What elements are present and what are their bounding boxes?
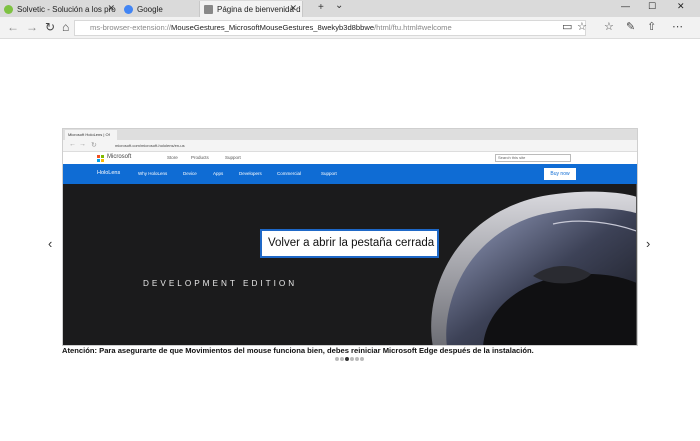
inner-address-bar: ← → ↻ microsoft.com/microsoft-hololens/e… (63, 140, 637, 152)
carousel-dot[interactable] (335, 357, 339, 361)
refresh-button[interactable]: ↻ (45, 21, 55, 33)
hl-nav-apps: Apps (213, 171, 224, 176)
new-tab-button[interactable]: + (318, 2, 324, 13)
hero-banner: DEVELOPMENT EDITION (63, 184, 637, 345)
ms-search-box: Search this site (495, 154, 571, 162)
tab-close-icon[interactable]: ✕ (107, 3, 115, 14)
tab-label: Google (137, 4, 163, 14)
ms-brand: Microsoft (107, 154, 132, 160)
inner-refresh-icon: ↻ (91, 142, 97, 149)
hololens-nav-bar: HoloLens Why HoloLens Device Apps Develo… (63, 164, 637, 184)
forward-button[interactable]: → (26, 21, 38, 33)
hl-nav-device: Device (183, 171, 197, 176)
carousel-dot[interactable] (355, 357, 359, 361)
hl-nav-why: Why HoloLens (138, 171, 168, 176)
ms-nav-store: Store (167, 155, 178, 160)
restart-notice: Atención: Para asegurarte de que Movimie… (62, 346, 534, 355)
tab-close-icon[interactable]: ✕ (289, 3, 297, 14)
notes-icon[interactable]: ✎ (626, 21, 635, 33)
reading-view-icon[interactable]: ▭ (562, 21, 572, 33)
google-favicon-icon (124, 4, 133, 14)
close-window-button[interactable]: ✕ (677, 1, 685, 12)
carousel-dot[interactable] (360, 357, 364, 361)
tab-google[interactable]: Google (120, 1, 198, 17)
hl-nav-developers: Developers (239, 171, 262, 176)
tab-label: Página de bienvenida d (217, 4, 301, 14)
solvetic-favicon-icon (4, 4, 13, 14)
buy-now-button: Buy now (544, 168, 576, 180)
carousel-dot[interactable] (350, 357, 354, 361)
hololens-brand: HoloLens (97, 170, 121, 176)
more-icon[interactable]: ⋯ (672, 21, 683, 33)
inner-forward-icon: → (79, 141, 86, 148)
microsoft-logo-icon (97, 155, 104, 162)
share-icon[interactable]: ⇧ (647, 21, 656, 33)
url-path: /html/ftu.html#welcome (374, 23, 452, 32)
reopen-closed-tab-tooltip: Volver a abrir la pestaña cerrada (260, 229, 439, 258)
address-bar-row: ← → ↻ ⌂ ms-browser-extension://MouseGest… (0, 17, 700, 39)
hololens-headset-image (431, 191, 637, 345)
favorites-hub-icon[interactable]: ☆ (604, 21, 614, 33)
home-button[interactable]: ⌂ (62, 21, 69, 33)
ms-nav-support: Support (225, 155, 241, 160)
carousel-prev-icon[interactable]: ‹ (48, 236, 52, 251)
url-scheme: ms-browser-extension:// (90, 23, 172, 32)
inner-url: microsoft.com/microsoft-hololens/en-us (115, 143, 185, 148)
tab-label: Solvetic - Solución a los pro (17, 4, 116, 14)
url-text: ms-browser-extension://MouseGestures_Mic… (90, 21, 452, 35)
carousel-dots (335, 357, 364, 361)
favorites-star-icon[interactable]: ☆ (577, 21, 587, 33)
inner-tab: Microsoft HoloLens | Of (65, 130, 117, 140)
hl-nav-support: Support (321, 171, 337, 176)
minimize-button[interactable]: — (621, 1, 630, 11)
carousel-next-icon[interactable]: › (646, 236, 650, 251)
ms-nav-products: Products (191, 155, 209, 160)
carousel-dot[interactable] (340, 357, 344, 361)
tab-list-button[interactable]: ⌄ (335, 0, 343, 11)
inner-back-icon: ← (69, 141, 76, 148)
hl-nav-commercial: Commercial (277, 171, 302, 176)
hero-text: DEVELOPMENT EDITION (143, 279, 298, 288)
inner-tab-strip: Microsoft HoloLens | Of (63, 129, 637, 140)
tab-strip: Solvetic - Solución a los pro ✕ Google P… (0, 0, 700, 17)
maximize-button[interactable]: ☐ (648, 1, 656, 12)
tab-solvetic[interactable]: Solvetic - Solución a los pro ✕ (0, 1, 120, 17)
back-button[interactable]: ← (7, 21, 19, 33)
tab-welcome[interactable]: Página de bienvenida d ✕ (199, 1, 303, 17)
inner-ms-header: Microsoft Store Products Support Search … (63, 152, 637, 164)
inner-scrollbar (636, 184, 637, 345)
url-host: MouseGestures_MicrosoftMouseGestures_8we… (171, 23, 375, 32)
carousel-dot-active[interactable] (345, 357, 349, 361)
page-favicon-icon (204, 4, 213, 14)
